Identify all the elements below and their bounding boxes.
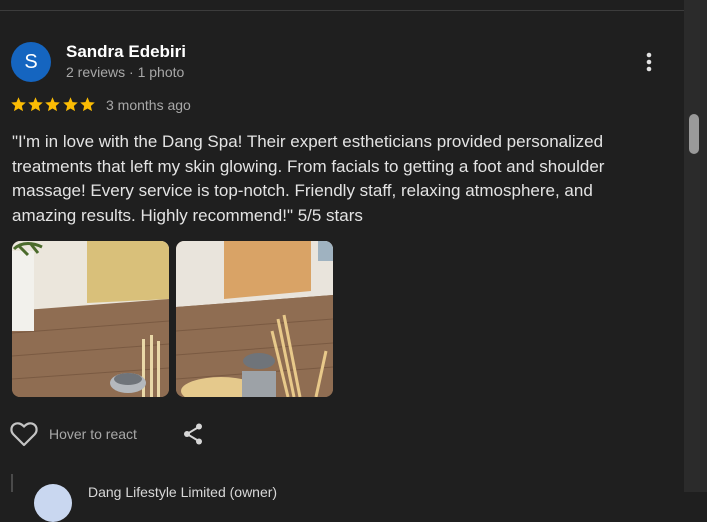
star-icon [62,97,78,112]
react-button[interactable]: Hover to react [10,421,137,447]
scrollbar-track[interactable] [684,0,707,492]
owner-name: Dang Lifestyle Limited (owner) [88,484,278,500]
review-photo-2[interactable] [176,241,333,397]
review-photo-1[interactable] [12,241,169,397]
review-text: "I'm in love with the Dang Spa! Their ex… [12,132,605,225]
top-divider [0,10,684,11]
star-rating [10,96,96,113]
star-icon [28,97,43,112]
heart-outline-icon [10,422,38,447]
review-time: 3 months ago [106,97,191,113]
star-icon [79,97,95,112]
reviewer-meta: 2 reviews · 1 photo [66,64,185,80]
react-label: Hover to react [49,426,137,442]
owner-reply-bar [11,474,13,492]
share-icon[interactable] [181,422,205,446]
avatar-letter: S [24,50,38,73]
star-icon [45,97,61,112]
star-icon [11,97,26,112]
owner-avatar [34,484,72,522]
reviewer-name[interactable]: Sandra Edebiri [66,42,186,62]
more-vert-icon[interactable] [640,50,658,74]
scrollbar-thumb[interactable] [689,114,699,154]
reviewer-avatar[interactable]: S [11,42,51,82]
